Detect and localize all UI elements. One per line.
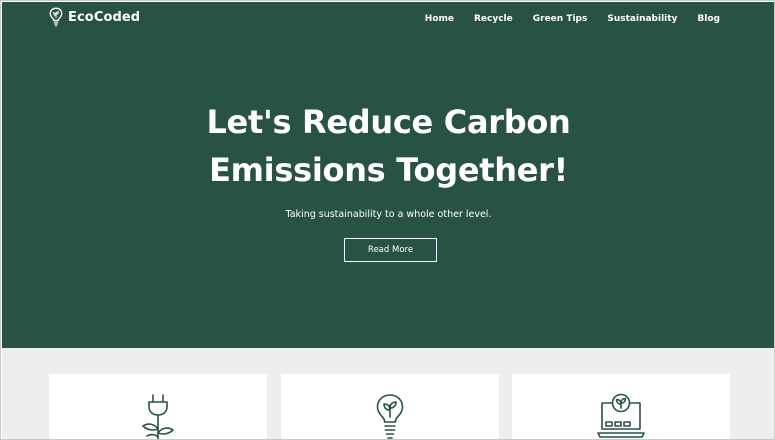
read-more-button[interactable]: Read More xyxy=(344,238,437,262)
nav-item-home[interactable]: Home xyxy=(425,14,454,24)
feature-card-2[interactable] xyxy=(281,374,499,439)
main-nav: Home Recycle Green Tips Sustainability B… xyxy=(425,12,720,26)
feature-card-1[interactable] xyxy=(49,374,267,439)
laptop-eco-icon xyxy=(597,393,645,438)
plug-plant-icon xyxy=(142,394,174,439)
hero-section: EcoCoded Home Recycle Green Tips Sustain… xyxy=(2,2,774,348)
brand-logo[interactable]: EcoCoded xyxy=(49,7,140,27)
lightbulb-leaf-icon xyxy=(376,394,404,439)
nav-item-blog[interactable]: Blog xyxy=(697,14,720,24)
page-frame: EcoCoded Home Recycle Green Tips Sustain… xyxy=(0,0,775,440)
brand-name: EcoCoded xyxy=(68,9,141,25)
hero-headline-line1: Let's Reduce Carbon xyxy=(206,103,571,141)
nav-item-sustainability[interactable]: Sustainability xyxy=(607,14,677,24)
hero-headline-line2: Emissions Together! xyxy=(209,151,568,189)
feature-card-3[interactable] xyxy=(512,374,730,439)
hero-headline: Let's Reduce Carbon Emissions Together! xyxy=(2,98,774,194)
nav-item-green-tips[interactable]: Green Tips xyxy=(533,14,588,24)
nav-item-recycle[interactable]: Recycle xyxy=(474,14,513,24)
hero-subtitle: Taking sustainability to a whole other l… xyxy=(285,209,492,220)
lightbulb-leaf-icon xyxy=(49,7,63,27)
